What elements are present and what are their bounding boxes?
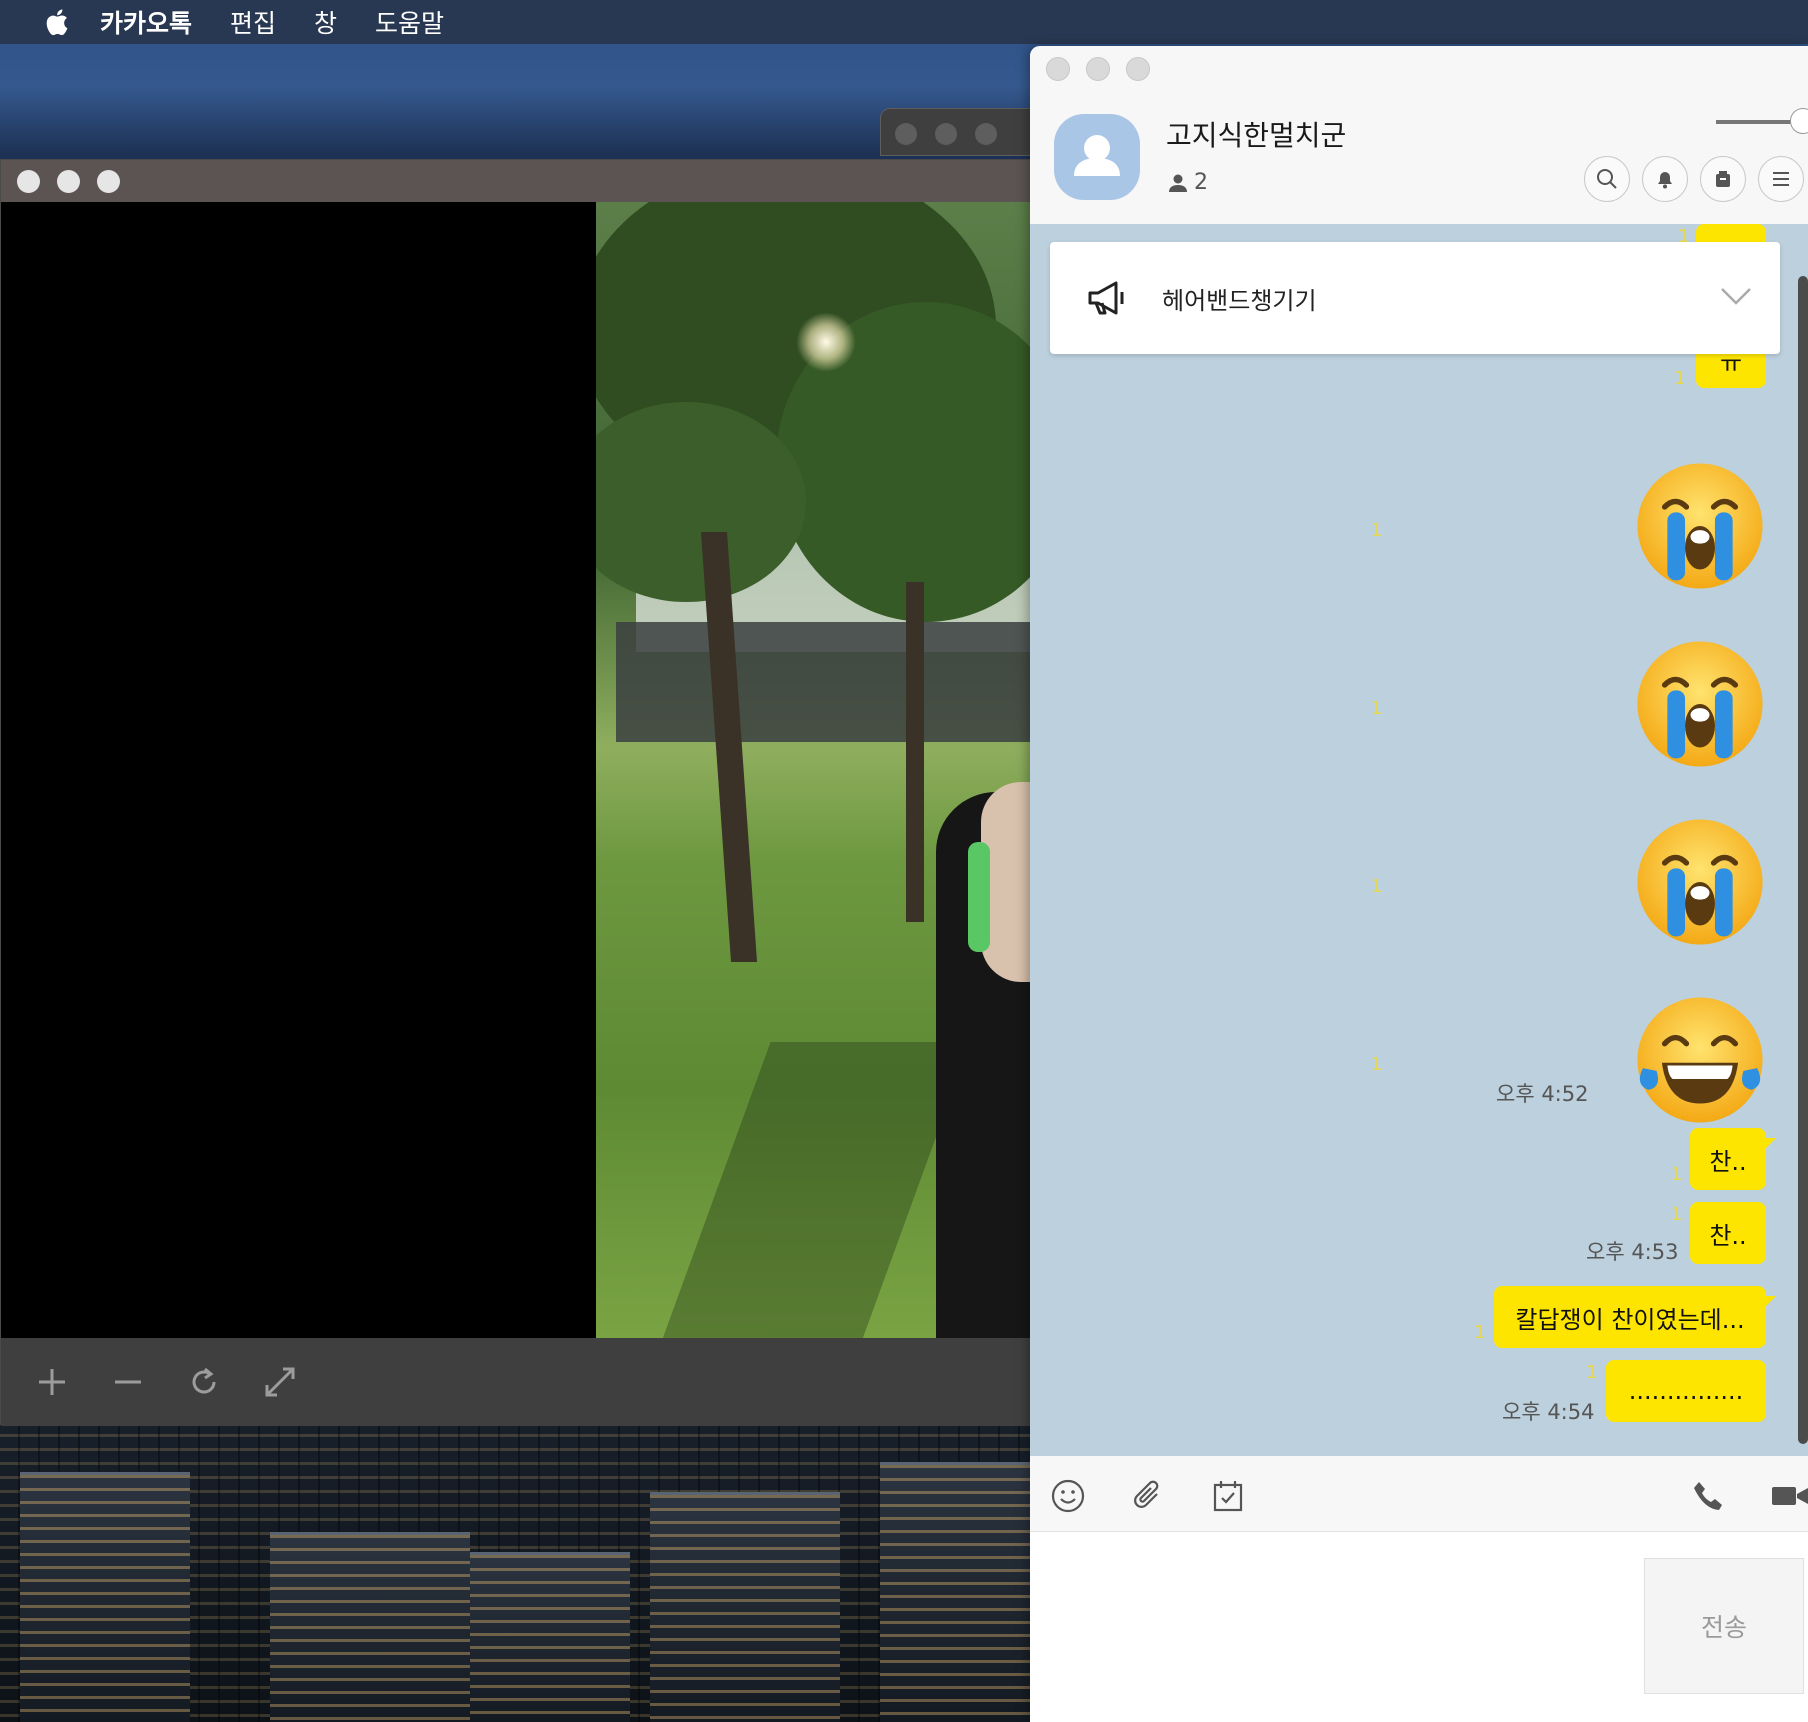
room-title: 고지식한멀치군 [1166,119,1347,152]
scrollbar[interactable] [1798,276,1808,1444]
member-count[interactable]: 2 [1168,170,1208,195]
zoom-button[interactable] [1126,57,1150,81]
city-wallpaper [0,1420,1030,1722]
unread-count: 1 [1671,1164,1683,1185]
expand-icon[interactable] [259,1361,301,1403]
minimize-button[interactable] [1086,57,1110,81]
menu-bar: 카카오톡 편집 창 도움말 [0,0,1808,44]
crying-emoji-icon[interactable] [1632,636,1768,772]
building [270,1532,470,1722]
tree-trunk [906,582,924,922]
message-bubble[interactable]: ............... [1606,1360,1766,1422]
drawer-icon[interactable] [1700,156,1746,202]
unread-count: 1 [1371,1054,1383,1075]
message-bubble[interactable]: 칼답쟁이 찬이였는데... [1494,1286,1776,1348]
unread-count: 1 [1671,1204,1683,1225]
menu-edit[interactable]: 편집 [230,4,276,40]
phone-icon[interactable] [1688,1476,1728,1516]
chat-header: 고지식한멀치군 2 [1030,46,1808,224]
opacity-slider[interactable] [1716,108,1808,134]
building [650,1492,840,1722]
photo-structure [616,622,1036,742]
message-text: 찬.. [1709,1147,1747,1176]
apple-icon[interactable] [42,7,70,37]
video-icon[interactable] [1770,1476,1808,1516]
member-count-value: 2 [1194,170,1208,195]
bell-icon[interactable] [1642,156,1688,202]
unread-count: 1 [1371,698,1383,719]
building [20,1472,190,1722]
rotate-icon[interactable] [183,1361,225,1403]
menu-window[interactable]: 창 [314,4,337,40]
building [880,1462,1030,1722]
emoji-icon[interactable] [1048,1476,1088,1516]
zoom-button[interactable] [97,170,120,193]
unread-count: 1 [1371,876,1383,897]
message-text: 칼답쟁이 찬이였는데... [1515,1305,1745,1334]
person-icon [1169,174,1187,192]
unread-count: 1 [1371,520,1383,541]
chat-window: 고지식한멀치군 2 1 ㅠ 1 헤어밴드챙기기 1 1 1 1 오후 4:52 … [1030,46,1808,1722]
zoom-in-icon[interactable] [31,1361,73,1403]
crying-emoji-icon[interactable] [1632,814,1768,950]
search-icon[interactable] [1584,156,1630,202]
menu-help[interactable]: 도움말 [375,4,444,40]
notice-banner[interactable]: 헤어밴드챙기기 [1050,242,1780,354]
photo-shadow [661,1042,971,1338]
message-text: ............... [1628,1377,1744,1405]
close-button[interactable] [895,123,917,145]
notice-text: 헤어밴드챙기기 [1162,286,1317,315]
zoom-out-icon[interactable] [107,1361,149,1403]
zoom-button[interactable] [975,123,997,145]
image-stage [1,202,1041,1338]
unread-count: 1 [1474,1322,1486,1343]
park-photo [596,202,1041,1338]
chevron-down-icon[interactable] [1720,286,1752,306]
menu-icon[interactable] [1758,156,1804,202]
photo-sun [796,312,856,372]
compose-area: 전송 [1030,1532,1808,1722]
unread-count: 1 [1586,1362,1598,1383]
viewer-titlebar[interactable] [1,160,1039,202]
slider-knob[interactable] [1790,108,1808,134]
unread-count: 1 [1674,368,1686,389]
megaphone-icon [1088,281,1124,315]
background-window[interactable] [880,108,1040,156]
avatar[interactable] [1054,114,1140,200]
message-timestamp: 오후 4:52 [1496,1082,1589,1106]
photo-wristband [968,842,990,952]
minimize-button[interactable] [57,170,80,193]
message-bubble[interactable]: 찬.. [1690,1128,1776,1190]
send-button[interactable]: 전송 [1644,1558,1804,1694]
message-bubble[interactable]: 찬.. [1690,1202,1766,1264]
close-button[interactable] [1046,57,1070,81]
message-list[interactable]: 1 ㅠ 1 헤어밴드챙기기 1 1 1 1 오후 4:52 찬.. 1 찬.. … [1030,224,1808,1456]
profile-icon [1074,135,1120,176]
viewer-toolbar [1,1338,1041,1426]
image-viewer-window [0,159,1041,1426]
input-toolbar [1030,1456,1808,1532]
message-text: 찬.. [1709,1221,1747,1250]
schedule-icon[interactable] [1208,1476,1248,1516]
menu-app-name[interactable]: 카카오톡 [100,4,192,40]
laughing-emoji-icon[interactable] [1632,992,1768,1128]
message-timestamp: 오후 4:54 [1502,1400,1595,1424]
close-button[interactable] [17,170,40,193]
building [470,1552,630,1722]
minimize-button[interactable] [935,123,957,145]
message-timestamp: 오후 4:53 [1586,1240,1679,1264]
attach-icon[interactable] [1128,1476,1168,1516]
message-input[interactable] [1050,1552,1630,1702]
crying-emoji-icon[interactable] [1632,458,1768,594]
